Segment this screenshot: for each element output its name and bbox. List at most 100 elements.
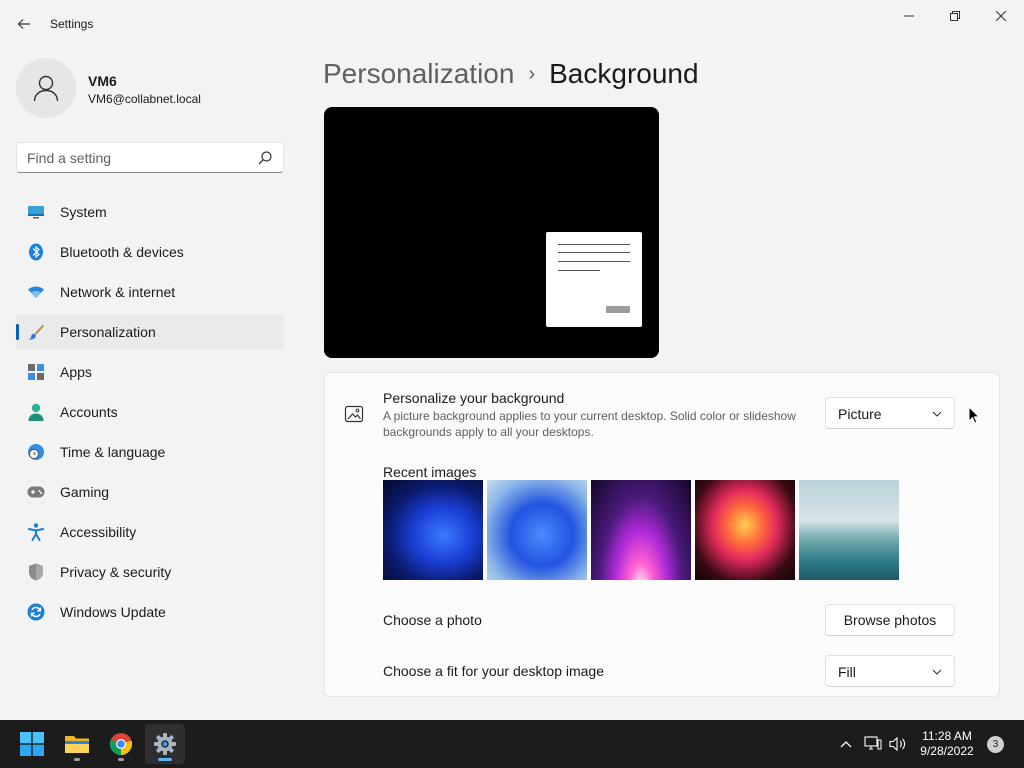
sidebar-item-time-language[interactable]: Time & language [16,434,284,470]
preview-line [558,244,630,245]
restore-button[interactable] [932,0,978,32]
sidebar-item-network[interactable]: Network & internet [16,274,284,310]
sidebar-item-label: Gaming [60,484,110,500]
back-arrow-icon [17,19,30,29]
close-icon [996,11,1006,21]
sidebar-item-label: Apps [60,364,92,380]
background-type-dropdown[interactable]: Picture [825,397,955,429]
minimize-icon [904,15,914,17]
preview-window [546,232,642,327]
desktop-preview [324,107,659,358]
chevron-up-icon [840,741,852,748]
user-profile[interactable]: VM6 VM6@collabnet.local [16,58,296,118]
background-title: Personalize your background [383,390,565,406]
sidebar-item-privacy-security[interactable]: Privacy & security [16,554,284,590]
sidebar-item-personalization[interactable]: Personalization [16,314,284,350]
wifi-icon [27,283,45,301]
update-icon [27,603,45,621]
sidebar-item-label: Personalization [60,324,156,340]
sidebar-item-apps[interactable]: Apps [16,354,284,390]
taskbar-chrome[interactable] [101,724,141,764]
globe-clock-icon [27,443,45,461]
title-bar: Settings [0,0,1024,48]
accessibility-icon [27,523,45,541]
sidebar-item-label: Privacy & security [60,564,172,580]
personalize-background-card: Personalize your background A picture ba… [324,372,1000,453]
minimize-button[interactable] [886,0,932,32]
chevron-down-icon [932,411,942,417]
fit-dropdown[interactable]: Fill [825,655,955,687]
sidebar-item-label: Windows Update [60,604,166,620]
recent-images-card: Recent images [324,452,1000,595]
back-button[interactable] [10,10,38,38]
recent-image-thumbnail[interactable] [383,480,483,580]
person-icon [27,403,45,421]
taskbar-clock[interactable]: 11:28 AM 9/28/2022 [912,729,982,759]
recent-image-thumbnail[interactable] [487,480,587,580]
monitor-icon [27,203,45,221]
gamepad-icon [27,483,45,501]
taskbar-file-explorer[interactable] [57,724,97,764]
search-icon[interactable] [257,150,273,166]
running-indicator [74,758,80,761]
dropdown-value: Picture [838,406,882,422]
taskbar: 11:28 AM 9/28/2022 3 [0,720,1024,768]
page-title: Background [549,58,699,89]
recent-images-label: Recent images [383,464,477,480]
sidebar-item-accounts[interactable]: Accounts [16,394,284,430]
user-email: VM6@collabnet.local [88,92,201,106]
sidebar-nav: System Bluetooth & devices Network & int… [16,194,284,634]
search-input[interactable] [17,143,247,172]
windows-logo-icon [20,732,44,756]
background-description: A picture background applies to your cur… [383,409,796,439]
gear-icon [154,733,176,755]
preview-line [558,270,600,271]
breadcrumb-separator: › [528,63,536,85]
recent-image-thumbnail[interactable] [799,480,899,580]
mouse-cursor-icon [968,406,980,424]
sidebar-item-accessibility[interactable]: Accessibility [16,514,284,550]
preview-line [558,252,630,253]
choose-fit-row: Choose a fit for your desktop image Fill [324,645,1000,697]
tray-network[interactable] [863,734,883,754]
recent-image-thumbnail[interactable] [695,480,795,580]
folder-icon [65,736,89,753]
sidebar-item-gaming[interactable]: Gaming [16,474,284,510]
dropdown-value: Fill [838,664,856,680]
sidebar-item-label: Bluetooth & devices [60,244,184,260]
sidebar-item-bluetooth[interactable]: Bluetooth & devices [16,234,284,270]
chrome-icon [109,733,133,756]
sidebar-item-label: Accounts [60,404,118,420]
user-name: VM6 [88,73,117,89]
image-icon [344,405,364,423]
choose-photo-label: Choose a photo [383,612,482,628]
running-indicator [118,758,124,761]
app-title: Settings [50,17,94,31]
sidebar-item-label: Accessibility [60,524,137,540]
avatar [16,58,76,118]
active-indicator [158,758,172,761]
choose-fit-label: Choose a fit for your desktop image [383,663,605,679]
breadcrumb: Personalization › Background [323,58,699,90]
search-box[interactable] [16,142,284,173]
paintbrush-icon [27,323,45,341]
sidebar-item-label: Network & internet [60,284,176,300]
sidebar-item-system[interactable]: System [16,194,284,230]
restore-icon [950,11,960,21]
breadcrumb-parent[interactable]: Personalization [323,58,514,89]
taskbar-settings[interactable] [145,724,185,764]
recent-image-thumbnail[interactable] [591,480,691,580]
start-button[interactable] [12,724,52,764]
speaker-icon [889,736,906,752]
notification-badge[interactable]: 3 [987,736,1004,753]
person-icon [33,75,59,102]
close-button[interactable] [978,0,1024,32]
tray-overflow-button[interactable] [836,734,856,754]
tray-volume[interactable] [888,734,908,754]
sidebar-item-label: System [60,204,107,220]
sidebar-item-label: Time & language [60,444,166,460]
bluetooth-icon [27,243,45,261]
sidebar-item-windows-update[interactable]: Windows Update [16,594,284,630]
browse-photos-button[interactable]: Browse photos [825,604,955,636]
choose-photo-row: Choose a photo Browse photos [324,594,1000,646]
